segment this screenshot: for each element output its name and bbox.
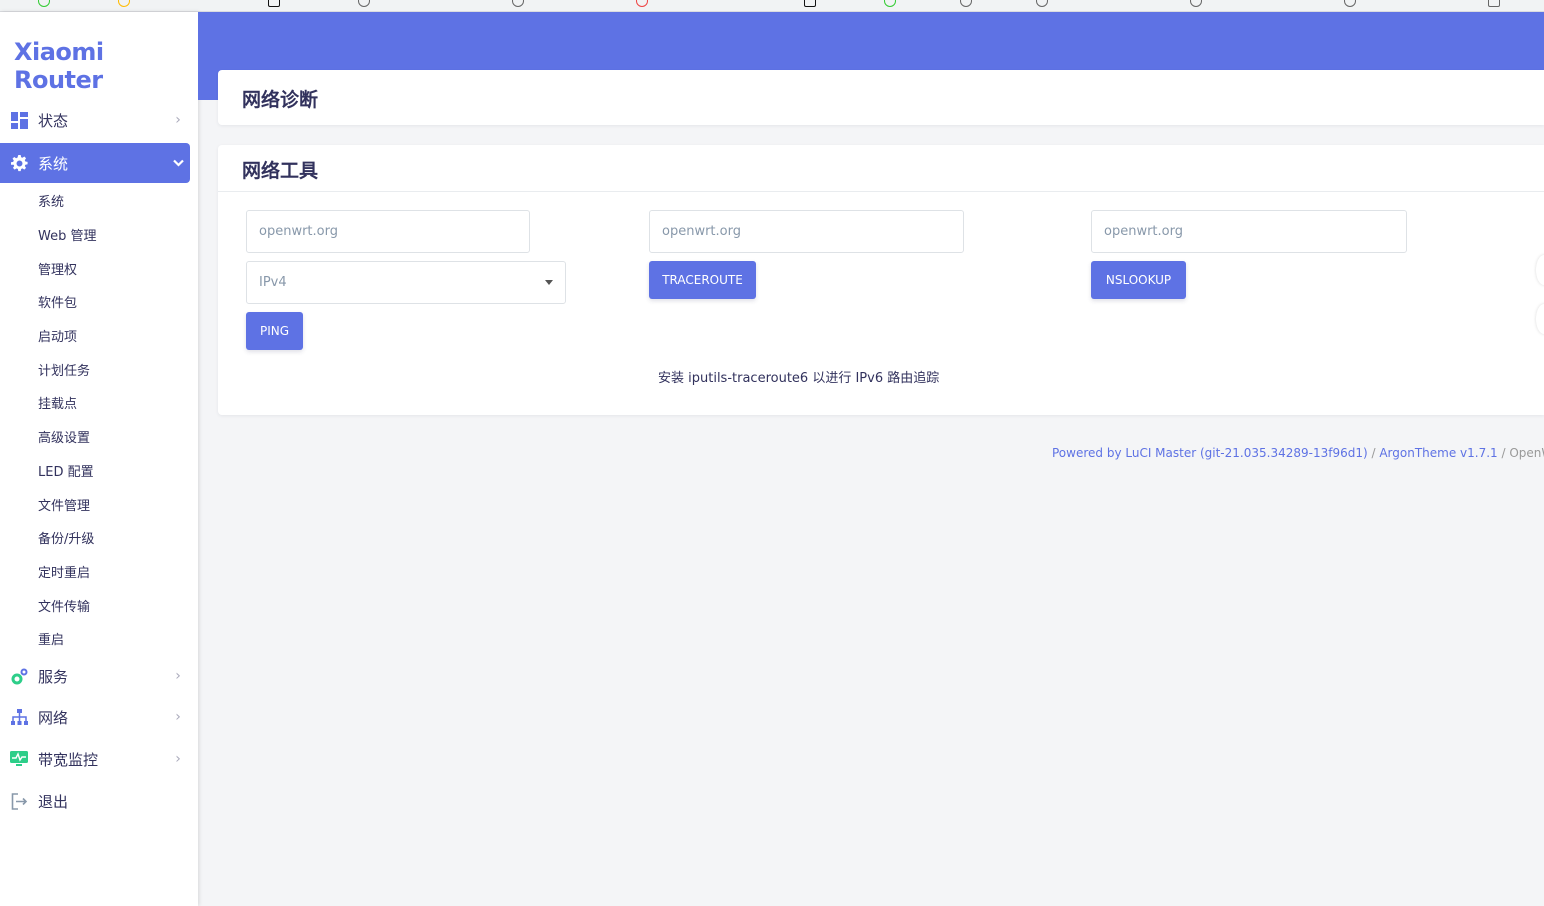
bookmark-icon	[118, 0, 130, 7]
submenu-item-file-manager[interactable]: 文件管理	[38, 495, 90, 514]
x-icon	[804, 0, 816, 7]
gear-icon	[10, 154, 28, 172]
chevron-right-icon: ›	[175, 751, 181, 767]
footer-luci-link[interactable]: Powered by LuCI Master (git-21.035.34289…	[1052, 446, 1368, 460]
sidebar-item-network[interactable]: 网络 ›	[0, 697, 190, 737]
sidebar-item-logout[interactable]: 退出	[0, 781, 190, 821]
bookmark-item[interactable]	[512, 0, 524, 8]
bookmark-item[interactable]	[884, 0, 896, 8]
bookmark-item[interactable]	[1190, 0, 1202, 8]
submenu-item-crontab[interactable]: 计划任务	[38, 360, 90, 379]
divider	[218, 191, 1544, 192]
submenu-item-mounts[interactable]: 挂载点	[38, 393, 77, 412]
bookmarks-bar	[0, 0, 1544, 12]
sidebar-item-label: 带宽监控	[38, 750, 99, 769]
submenu-item-backup[interactable]: 备份/升级	[38, 528, 94, 547]
footer-separator: /	[1497, 446, 1510, 460]
sidebar-item-label: 网络	[38, 708, 69, 727]
sidebar-item-label: 状态	[38, 111, 69, 130]
traceroute-host-input[interactable]: openwrt.org	[649, 210, 964, 253]
bookmark-item[interactable]	[1488, 0, 1500, 8]
ping-button[interactable]: PING	[246, 312, 303, 350]
nslookup-button[interactable]: NSLOOKUP	[1091, 261, 1186, 299]
ping-protocol-select[interactable]: IPv4	[246, 261, 566, 304]
chevron-right-icon: ›	[175, 668, 181, 684]
sidebar-item-status[interactable]: 状态 ›	[0, 100, 190, 140]
bookmark-item[interactable]	[268, 0, 280, 8]
bookmark-item[interactable]	[636, 0, 648, 8]
sidebar-item-label: 退出	[38, 792, 69, 811]
ping-protocol-value: IPv4	[259, 275, 287, 290]
bookmark-item[interactable]	[804, 0, 816, 8]
submenu-item-reboot[interactable]: 重启	[38, 629, 64, 648]
globe-icon	[38, 0, 50, 7]
monitor-icon	[10, 750, 28, 768]
globe-icon	[512, 0, 524, 7]
submenu-item-led[interactable]: LED 配置	[38, 461, 94, 480]
dashboard-icon	[10, 111, 28, 129]
submenu-item-packages[interactable]: 软件包	[38, 292, 77, 311]
submenu-item-system[interactable]: 系统	[38, 191, 64, 210]
sidebar-item-label: 服务	[38, 667, 69, 686]
nslookup-host-input[interactable]: openwrt.org	[1091, 210, 1407, 253]
submenu-item-file-transfer[interactable]: 文件传输	[38, 596, 90, 615]
section-title: 网络工具	[242, 160, 319, 182]
submenu-item-web-admin[interactable]: Web 管理	[38, 225, 96, 244]
globe-icon	[1344, 0, 1356, 7]
ping-host-input[interactable]: openwrt.org	[246, 210, 530, 253]
folder-icon	[1488, 0, 1500, 7]
submenu-item-advanced[interactable]: 高级设置	[38, 427, 90, 446]
ipv6-traceroute-note: 安装 iputils-traceroute6 以进行 IPv6 路由追踪	[658, 371, 940, 386]
cogs-icon	[10, 667, 28, 685]
footer-openwrt-version: OpenWrt R21	[1509, 446, 1544, 460]
submenu-item-startup[interactable]: 启动项	[38, 326, 77, 345]
sidebar-item-services[interactable]: 服务 ›	[0, 656, 190, 696]
globe-icon	[358, 0, 370, 7]
page-title-card: 网络诊断	[218, 70, 1544, 125]
submenu-item-scheduled-reboot[interactable]: 定时重启	[38, 562, 90, 581]
caret-down-icon	[545, 280, 553, 285]
submenu-item-admin[interactable]: 管理权	[38, 259, 77, 278]
footer-theme-link[interactable]: ArgonTheme v1.7.1	[1379, 446, 1497, 460]
bookmark-item[interactable]	[358, 0, 370, 8]
traceroute-button[interactable]: TRACEROUTE	[649, 261, 756, 299]
logout-icon	[10, 792, 28, 810]
globe-icon	[1190, 0, 1202, 7]
page-title: 网络诊断	[242, 89, 319, 111]
footer: Powered by LuCI Master (git-21.035.34289…	[1052, 446, 1544, 460]
chevron-right-icon: ›	[175, 112, 181, 128]
sitemap-icon	[10, 708, 28, 726]
chevron-down-icon	[166, 155, 190, 171]
globe-icon	[884, 0, 896, 7]
sidebar: Xiaomi Router 状态 › 系统 系统 Web 管理 管理权 软件包 …	[0, 12, 198, 906]
bookmark-item[interactable]	[1036, 0, 1048, 8]
brand-logo[interactable]: Xiaomi Router	[14, 38, 198, 94]
bookmark-item[interactable]	[38, 0, 50, 8]
footer-separator: /	[1367, 446, 1380, 460]
globe-icon	[960, 0, 972, 7]
chevron-right-icon: ›	[175, 709, 181, 725]
bookmark-item[interactable]	[960, 0, 972, 8]
sidebar-item-system[interactable]: 系统	[0, 143, 190, 183]
globe-icon	[1036, 0, 1048, 7]
bookmark-icon	[636, 0, 648, 7]
x-icon	[268, 0, 280, 7]
bookmark-item[interactable]	[1344, 0, 1356, 8]
bookmark-item[interactable]	[118, 0, 130, 8]
sidebar-item-bandwidth[interactable]: 带宽监控 ›	[0, 739, 190, 779]
network-tools-card: 网络工具 openwrt.org IPv4 PING openwrt.org T…	[218, 145, 1544, 415]
sidebar-item-label: 系统	[38, 154, 69, 173]
